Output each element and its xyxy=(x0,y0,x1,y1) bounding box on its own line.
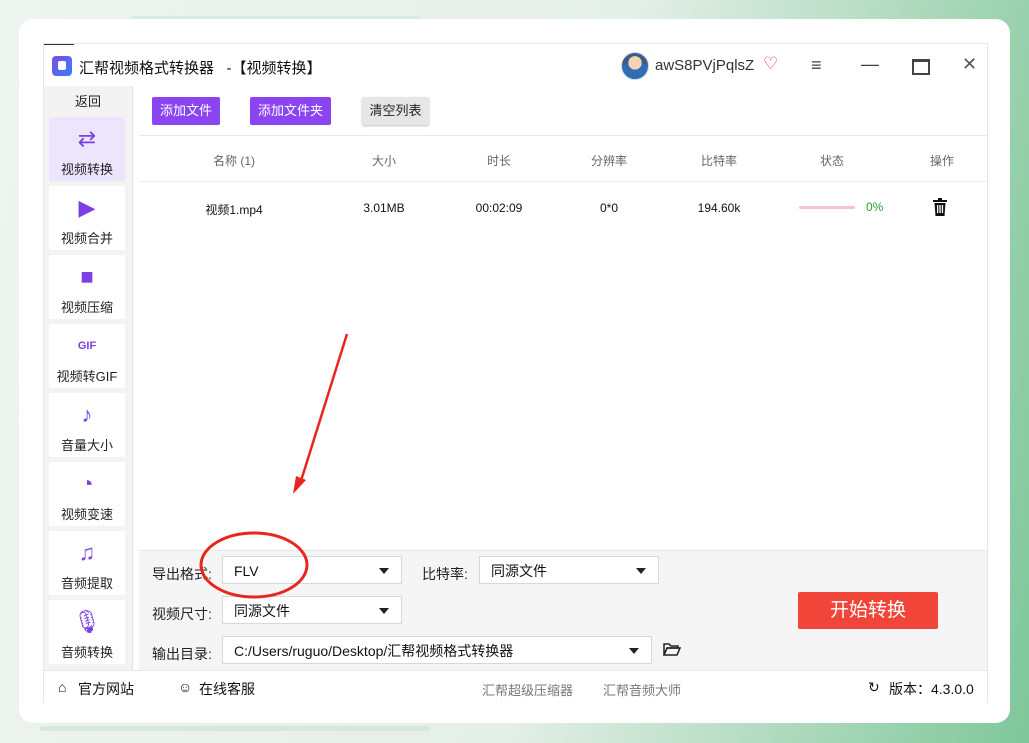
close-icon[interactable]: ✕ xyxy=(962,54,977,75)
trash-icon[interactable] xyxy=(933,198,947,216)
file-bitrate: 194.60k xyxy=(697,201,741,215)
size-select[interactable]: 同源文件 xyxy=(222,596,402,624)
sidebar: 返回 ⇄ 视频转换 ▶ 视频合并 ■ 视频压缩 GIF 视频转GIF ♪ 音量大小 ◔ 视频变速 ♫ 音频… xyxy=(44,86,133,670)
chevron-down-icon xyxy=(379,568,389,574)
column-header-name: 名称 (1) xyxy=(212,154,255,168)
file-duration: 00:02:09 xyxy=(475,201,523,215)
menu-icon[interactable]: ≡ xyxy=(811,55,822,76)
bitrate-value: 同源文件 xyxy=(491,563,547,579)
online-support-link[interactable]: 在线客服 xyxy=(199,679,255,699)
vip-heart-icon[interactable]: ♡ xyxy=(763,54,778,74)
sidebar-item-2[interactable]: ▶ 视频合并 xyxy=(49,186,125,250)
format-value: FLV xyxy=(234,563,259,579)
refresh-icon[interactable]: ↻ xyxy=(868,679,880,696)
column-header-status: 状态 xyxy=(819,154,844,168)
sidebar-item-label: 视频合并 xyxy=(60,231,113,246)
music-notes-icon: ♫ xyxy=(78,540,96,565)
output-label: 输出目录: xyxy=(152,646,212,662)
clear-list-button[interactable]: 清空列表 xyxy=(362,97,429,125)
add-file-button[interactable]: 添加文件 xyxy=(152,97,220,125)
sidebar-item-label: 视频转GIF xyxy=(56,369,118,384)
version-text: 版本：4.3.0.0 xyxy=(889,681,974,697)
file-size: 3.01MB xyxy=(363,201,405,215)
background-decoration xyxy=(40,726,430,731)
sidebar-item-6[interactable]: ◔ 视频变速 xyxy=(49,462,125,526)
sidebar-item-4[interactable]: GIF 视频转GIF xyxy=(49,324,125,388)
video-convert-icon: ⇄ xyxy=(77,126,97,151)
music-note-icon: ♪ xyxy=(81,402,93,427)
bitrate-select[interactable]: 同源文件 xyxy=(479,556,659,584)
home-icon[interactable]: ⌂ xyxy=(58,679,66,695)
size-label: 视频尺寸: xyxy=(152,606,212,622)
sidebar-item-label: 视频压缩 xyxy=(60,300,113,315)
chevron-down-icon xyxy=(379,608,389,614)
file-name: 视频1.mp4 xyxy=(205,203,263,217)
column-header-bitrate: 比特率 xyxy=(700,154,737,168)
sidebar-item-8[interactable]: 🎙 音频转换 xyxy=(49,600,125,664)
file-resolution: 0*0 xyxy=(599,201,619,215)
video-camera-icon: ■ xyxy=(80,264,94,289)
folder-icon[interactable] xyxy=(663,642,681,656)
bitrate-label: 比特率: xyxy=(422,566,468,582)
progress-bar xyxy=(799,206,855,209)
chevron-down-icon xyxy=(629,648,639,654)
progress-percent: 0% xyxy=(866,200,884,214)
column-header-actions: 操作 xyxy=(929,154,954,168)
back-button[interactable]: 返回 xyxy=(44,91,132,110)
username[interactable]: awS8PVjPqlsZ xyxy=(655,57,754,74)
sidebar-item-1[interactable]: ⇄ 视频转换 xyxy=(49,117,125,181)
window-title: 汇帮视频格式转换器 -【视频转换】 xyxy=(79,60,322,77)
speedometer-icon: ◔ xyxy=(80,471,94,496)
app-logo-icon xyxy=(52,56,72,76)
sidebar-item-5[interactable]: ♪ 音量大小 xyxy=(49,393,125,457)
sidebar-item-label: 音频转换 xyxy=(60,645,113,660)
sidebar-item-7[interactable]: ♫ 音频提取 xyxy=(49,531,125,595)
format-label: 导出格式: xyxy=(152,566,212,582)
gif-icon: GIF xyxy=(77,340,97,352)
column-header-duration: 时长 xyxy=(486,154,511,168)
microphone-icon: 🎙 xyxy=(73,609,101,634)
divider xyxy=(139,181,987,182)
maximize-icon[interactable] xyxy=(912,59,930,75)
format-select[interactable]: FLV xyxy=(222,556,402,584)
title-bar: 汇帮视频格式转换器 -【视频转换】 awS8PVjPqlsZ ♡ ≡ — ✕ xyxy=(44,44,987,86)
headset-icon[interactable]: ☺ xyxy=(178,679,192,695)
sidebar-item-label: 音频提取 xyxy=(60,576,113,591)
footer: ⌂ 官方网站 ☺ 在线客服 汇帮超级压缩器 汇帮音频大师 ↻ 版本：4.3.0.… xyxy=(44,670,987,703)
app-window: 汇帮视频格式转换器 -【视频转换】 awS8PVjPqlsZ ♡ ≡ — ✕ 返… xyxy=(43,43,988,703)
sidebar-item-label: 音量大小 xyxy=(60,438,113,453)
audio-master-link[interactable]: 汇帮音频大师 xyxy=(603,680,681,699)
add-folder-button[interactable]: 添加文件夹 xyxy=(250,97,331,125)
output-dir-select[interactable]: C:/Users/ruguo/Desktop/汇帮视频格式转换器 xyxy=(222,636,652,664)
chevron-down-icon xyxy=(636,568,646,574)
video-merge-icon: ▶ xyxy=(78,195,96,220)
sidebar-item-label: 视频转换 xyxy=(60,162,113,177)
compressor-link[interactable]: 汇帮超级压缩器 xyxy=(482,680,573,699)
minimize-icon[interactable]: — xyxy=(861,54,879,75)
start-convert-button[interactable]: 开始转换 xyxy=(798,592,938,629)
avatar[interactable] xyxy=(621,52,649,80)
output-dir-value: C:/Users/ruguo/Desktop/汇帮视频格式转换器 xyxy=(234,643,514,659)
column-header-resolution: 分辨率 xyxy=(590,154,627,168)
official-website-link[interactable]: 官方网站 xyxy=(78,679,134,699)
size-value: 同源文件 xyxy=(234,603,290,619)
sidebar-item-label: 视频变速 xyxy=(60,507,113,522)
column-header-size: 大小 xyxy=(371,154,396,168)
divider xyxy=(139,135,987,136)
sidebar-item-3[interactable]: ■ 视频压缩 xyxy=(49,255,125,319)
